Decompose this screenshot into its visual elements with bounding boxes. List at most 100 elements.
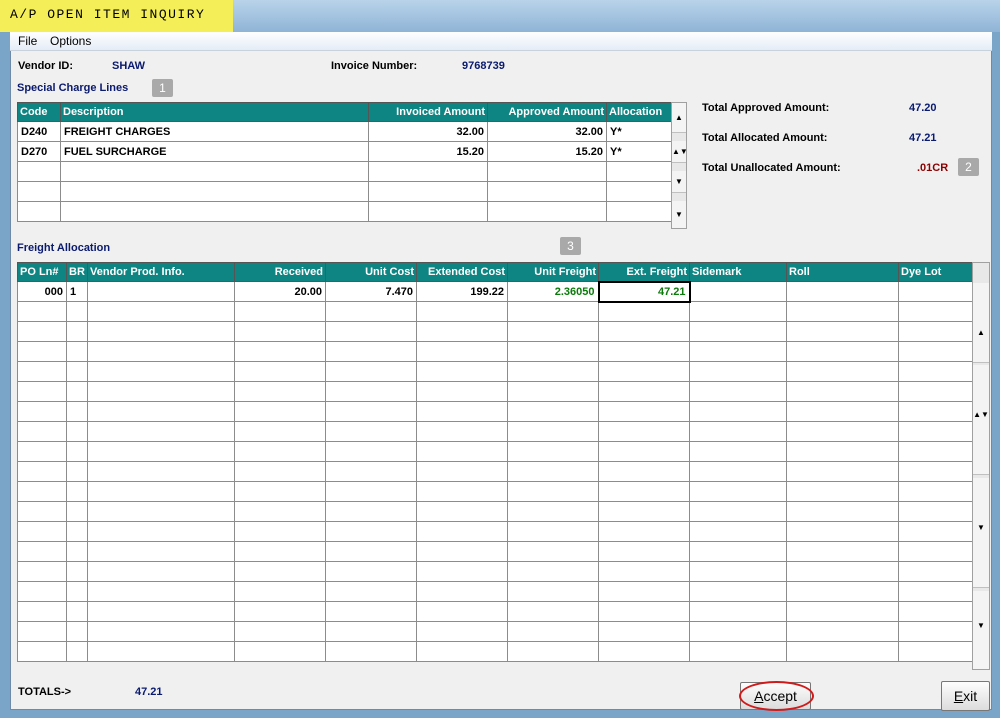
special-charge-cell[interactable] [60, 181, 369, 202]
freight-allocation-cell[interactable] [17, 501, 67, 522]
freight-allocation-cell[interactable] [17, 401, 67, 422]
freight-allocation-cell[interactable] [898, 501, 973, 522]
freight-allocation-cell[interactable] [689, 441, 787, 462]
freight-allocation-cell[interactable] [66, 521, 88, 542]
freight-allocation-row[interactable] [17, 401, 973, 422]
freight-allocation-cell[interactable] [689, 301, 787, 322]
freight-allocation-cell[interactable] [507, 301, 599, 322]
scroll-down-icon[interactable]: ▼ [973, 591, 989, 669]
freight-allocation-cell[interactable] [598, 601, 690, 622]
freight-allocation-cell[interactable] [17, 421, 67, 442]
freight-allocation-cell[interactable] [234, 561, 326, 582]
freight-allocation-cell[interactable] [17, 341, 67, 362]
freight-allocation-cell[interactable] [234, 501, 326, 522]
freight-allocation-row[interactable] [17, 461, 973, 482]
freight-allocation-row[interactable] [17, 501, 973, 522]
freight-allocation-cell[interactable] [66, 441, 88, 462]
freight-allocation-cell[interactable] [87, 541, 235, 562]
freight-allocation-cell[interactable] [898, 581, 973, 602]
freight-allocation-cell[interactable] [689, 381, 787, 402]
freight-allocation-cell[interactable] [325, 461, 417, 482]
freight-allocation-cell[interactable] [507, 381, 599, 402]
freight-allocation-cell[interactable] [325, 521, 417, 542]
col-invoiced-amount[interactable]: Invoiced Amount [368, 102, 488, 122]
freight-allocation-cell[interactable] [87, 381, 235, 402]
freight-allocation-cell[interactable] [786, 641, 899, 662]
freight-allocation-row[interactable] [17, 301, 973, 322]
freight-allocation-cell[interactable] [416, 541, 508, 562]
freight-allocation-cell[interactable] [325, 601, 417, 622]
special-charge-row[interactable] [17, 181, 672, 202]
special-charge-row[interactable]: D270 FUEL SURCHARGE 15.20 15.20 Y* [17, 141, 672, 162]
freight-allocation-cell[interactable] [234, 401, 326, 422]
freight-allocation-cell[interactable] [786, 301, 899, 322]
freight-allocation-cell[interactable] [786, 381, 899, 402]
freight-allocation-row[interactable] [17, 581, 973, 602]
special-charge-cell[interactable] [17, 181, 61, 202]
freight-allocation-cell[interactable] [598, 521, 690, 542]
freight-allocation-cell[interactable] [786, 521, 899, 542]
freight-allocation-row[interactable] [17, 601, 973, 622]
special-charge-cell[interactable] [368, 201, 488, 222]
col-sidemark[interactable]: Sidemark [689, 262, 787, 282]
col-unit-freight[interactable]: Unit Freight [507, 262, 599, 282]
freight-allocation-row[interactable] [17, 341, 973, 362]
freight-allocation-cell[interactable] [325, 621, 417, 642]
freight-allocation-cell[interactable] [598, 541, 690, 562]
freight-allocation-cell[interactable] [507, 361, 599, 382]
freight-allocation-cell[interactable] [325, 541, 417, 562]
freight-allocation-cell[interactable] [507, 461, 599, 482]
freight-allocation-cell[interactable] [689, 641, 787, 662]
freight-allocation-cell[interactable] [234, 641, 326, 662]
freight-allocation-cell[interactable] [507, 421, 599, 442]
freight-allocation-cell[interactable] [87, 361, 235, 382]
freight-allocation-cell[interactable]: 1 [66, 281, 88, 302]
freight-allocation-cell[interactable] [234, 481, 326, 502]
special-charge-cell[interactable] [60, 201, 369, 222]
special-charge-cell[interactable]: 15.20 [368, 141, 488, 162]
freight-allocation-cell[interactable] [17, 621, 67, 642]
freight-allocation-cell[interactable]: 20.00 [234, 281, 326, 302]
freight-allocation-cell[interactable] [598, 421, 690, 442]
freight-allocation-cell[interactable] [325, 421, 417, 442]
freight-allocation-cell[interactable] [17, 521, 67, 542]
scroll-page-up-icon[interactable]: ▲▼ [973, 365, 989, 475]
freight-allocation-cell[interactable] [87, 301, 235, 322]
freight-allocation-cell[interactable] [17, 481, 67, 502]
freight-allocation-cell[interactable] [598, 621, 690, 642]
freight-allocation-cell[interactable] [87, 421, 235, 442]
freight-allocation-cell[interactable] [786, 341, 899, 362]
freight-allocation-cell[interactable] [898, 421, 973, 442]
freight-allocation-cell[interactable] [66, 621, 88, 642]
freight-allocation-cell[interactable] [17, 581, 67, 602]
freight-allocation-cell[interactable]: 7.470 [325, 281, 417, 302]
freight-allocation-cell[interactable] [17, 601, 67, 622]
col-po-line[interactable]: PO Ln# [17, 262, 67, 282]
freight-allocation-cell[interactable] [689, 601, 787, 622]
freight-allocation-cell[interactable] [507, 621, 599, 642]
special-charge-cell[interactable]: D270 [17, 141, 61, 162]
freight-allocation-cell[interactable] [87, 461, 235, 482]
freight-allocation-cell[interactable] [507, 601, 599, 622]
special-charge-cell[interactable] [17, 201, 61, 222]
special-charge-row[interactable]: D240 FREIGHT CHARGES 32.00 32.00 Y* [17, 121, 672, 142]
freight-allocation-cell[interactable] [234, 461, 326, 482]
special-charge-cell[interactable] [60, 161, 369, 182]
freight-allocation-cell[interactable] [325, 361, 417, 382]
freight-allocation-cell[interactable] [598, 561, 690, 582]
freight-allocation-cell[interactable] [786, 581, 899, 602]
special-charge-cell[interactable]: FUEL SURCHARGE [60, 141, 369, 162]
special-charge-cell[interactable] [606, 181, 672, 202]
freight-allocation-cell[interactable] [325, 301, 417, 322]
freight-allocation-cell[interactable] [325, 441, 417, 462]
special-charge-cell[interactable] [368, 161, 488, 182]
freight-allocation-cell[interactable] [416, 601, 508, 622]
freight-allocation-cell[interactable] [87, 321, 235, 342]
freight-allocation-cell[interactable] [325, 501, 417, 522]
freight-allocation-cell[interactable] [689, 401, 787, 422]
special-charge-cell[interactable]: 15.20 [487, 141, 607, 162]
freight-allocation-cell[interactable] [234, 621, 326, 642]
col-approved-amount[interactable]: Approved Amount [487, 102, 607, 122]
freight-allocation-cell[interactable] [898, 401, 973, 422]
freight-allocation-cell[interactable] [325, 581, 417, 602]
